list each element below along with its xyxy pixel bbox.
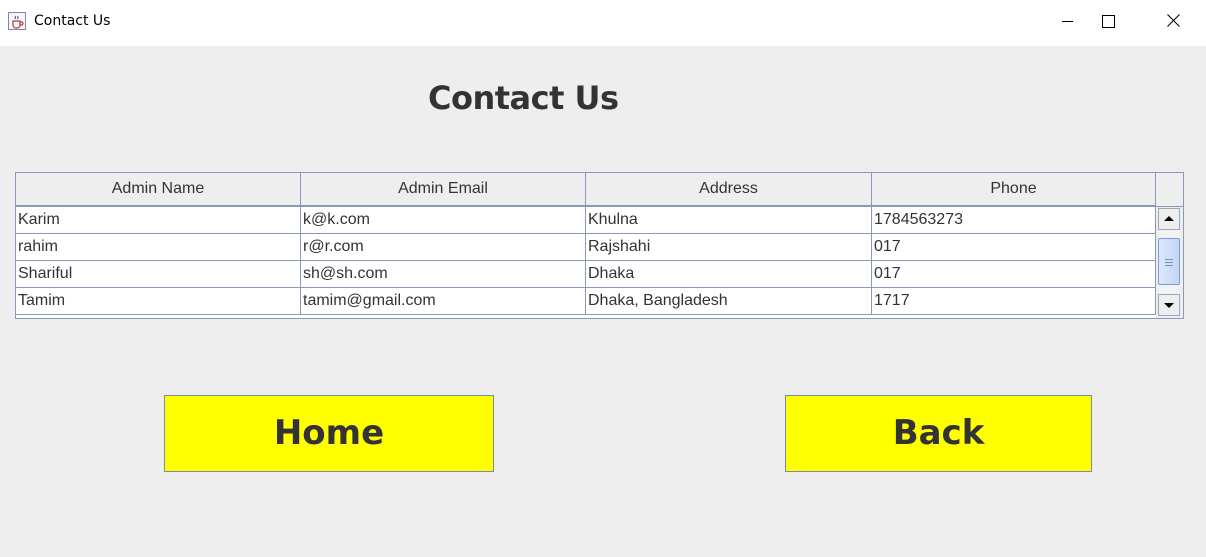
cell-admin-email[interactable]: r@r.com — [301, 234, 586, 260]
grip-lines-icon — [1165, 259, 1173, 266]
table-header-corner — [1156, 173, 1183, 207]
table-header: Admin Name Admin Email Address Phone — [16, 173, 1156, 207]
cell-address[interactable]: Dhaka, Bangladesh — [586, 288, 872, 314]
column-header-phone[interactable]: Phone — [872, 173, 1156, 205]
arrow-up-icon — [1164, 216, 1174, 221]
back-button[interactable]: Back — [785, 395, 1092, 472]
cell-phone[interactable]: 017 — [872, 234, 1156, 260]
table-vertical-scrollbar[interactable] — [1156, 207, 1183, 318]
cell-admin-name[interactable]: Karim — [16, 207, 301, 233]
cell-admin-name[interactable]: Shariful — [16, 261, 301, 287]
home-button[interactable]: Home — [164, 395, 494, 472]
table-row[interactable]: Tamim tamim@gmail.com Dhaka, Bangladesh … — [16, 288, 1156, 315]
column-header-admin-name[interactable]: Admin Name — [16, 173, 301, 205]
page-title: Contact Us — [428, 79, 619, 117]
cell-address[interactable]: Dhaka — [586, 261, 872, 287]
arrow-down-icon — [1164, 303, 1174, 308]
maximize-icon — [1102, 15, 1115, 28]
admin-contacts-table: Admin Name Admin Email Address Phone Kar… — [15, 172, 1184, 319]
java-coffee-cup-icon — [8, 12, 26, 30]
table-row[interactable]: Shariful sh@sh.com Dhaka 017 — [16, 261, 1156, 288]
table-row[interactable]: rahim r@r.com Rajshahi 017 — [16, 234, 1156, 261]
table-row[interactable]: Karim k@k.com Khulna 1784563273 — [16, 207, 1156, 234]
scroll-up-button[interactable] — [1158, 208, 1180, 230]
minimize-button[interactable] — [1044, 0, 1090, 40]
cell-phone[interactable]: 017 — [872, 261, 1156, 287]
column-header-address[interactable]: Address — [586, 173, 872, 205]
window-title: Contact Us — [34, 13, 111, 29]
table-body: Karim k@k.com Khulna 1784563273 rahim r@… — [16, 207, 1156, 318]
cell-admin-email[interactable]: sh@sh.com — [301, 261, 586, 287]
minimize-icon — [1062, 21, 1073, 22]
cell-admin-email[interactable]: k@k.com — [301, 207, 586, 233]
scroll-down-button[interactable] — [1158, 294, 1180, 316]
cell-admin-name[interactable]: Tamim — [16, 288, 301, 314]
close-button[interactable] — [1152, 0, 1198, 40]
cell-admin-name[interactable]: rahim — [16, 234, 301, 260]
cell-admin-email[interactable]: tamim@gmail.com — [301, 288, 586, 314]
cell-address[interactable]: Khulna — [586, 207, 872, 233]
cell-address[interactable]: Rajshahi — [586, 234, 872, 260]
contact-us-window: Contact Us Contact Us Admin Name Admin E… — [0, 0, 1206, 557]
cell-phone[interactable]: 1717 — [872, 288, 1156, 314]
content-panel: Contact Us Admin Name Admin Email Addres… — [0, 46, 1206, 557]
scroll-thumb[interactable] — [1158, 238, 1180, 285]
column-header-admin-email[interactable]: Admin Email — [301, 173, 586, 205]
close-icon — [1167, 14, 1180, 27]
maximize-button[interactable] — [1090, 0, 1136, 40]
cell-phone[interactable]: 1784563273 — [872, 207, 1156, 233]
title-bar[interactable]: Contact Us — [0, 0, 1206, 46]
